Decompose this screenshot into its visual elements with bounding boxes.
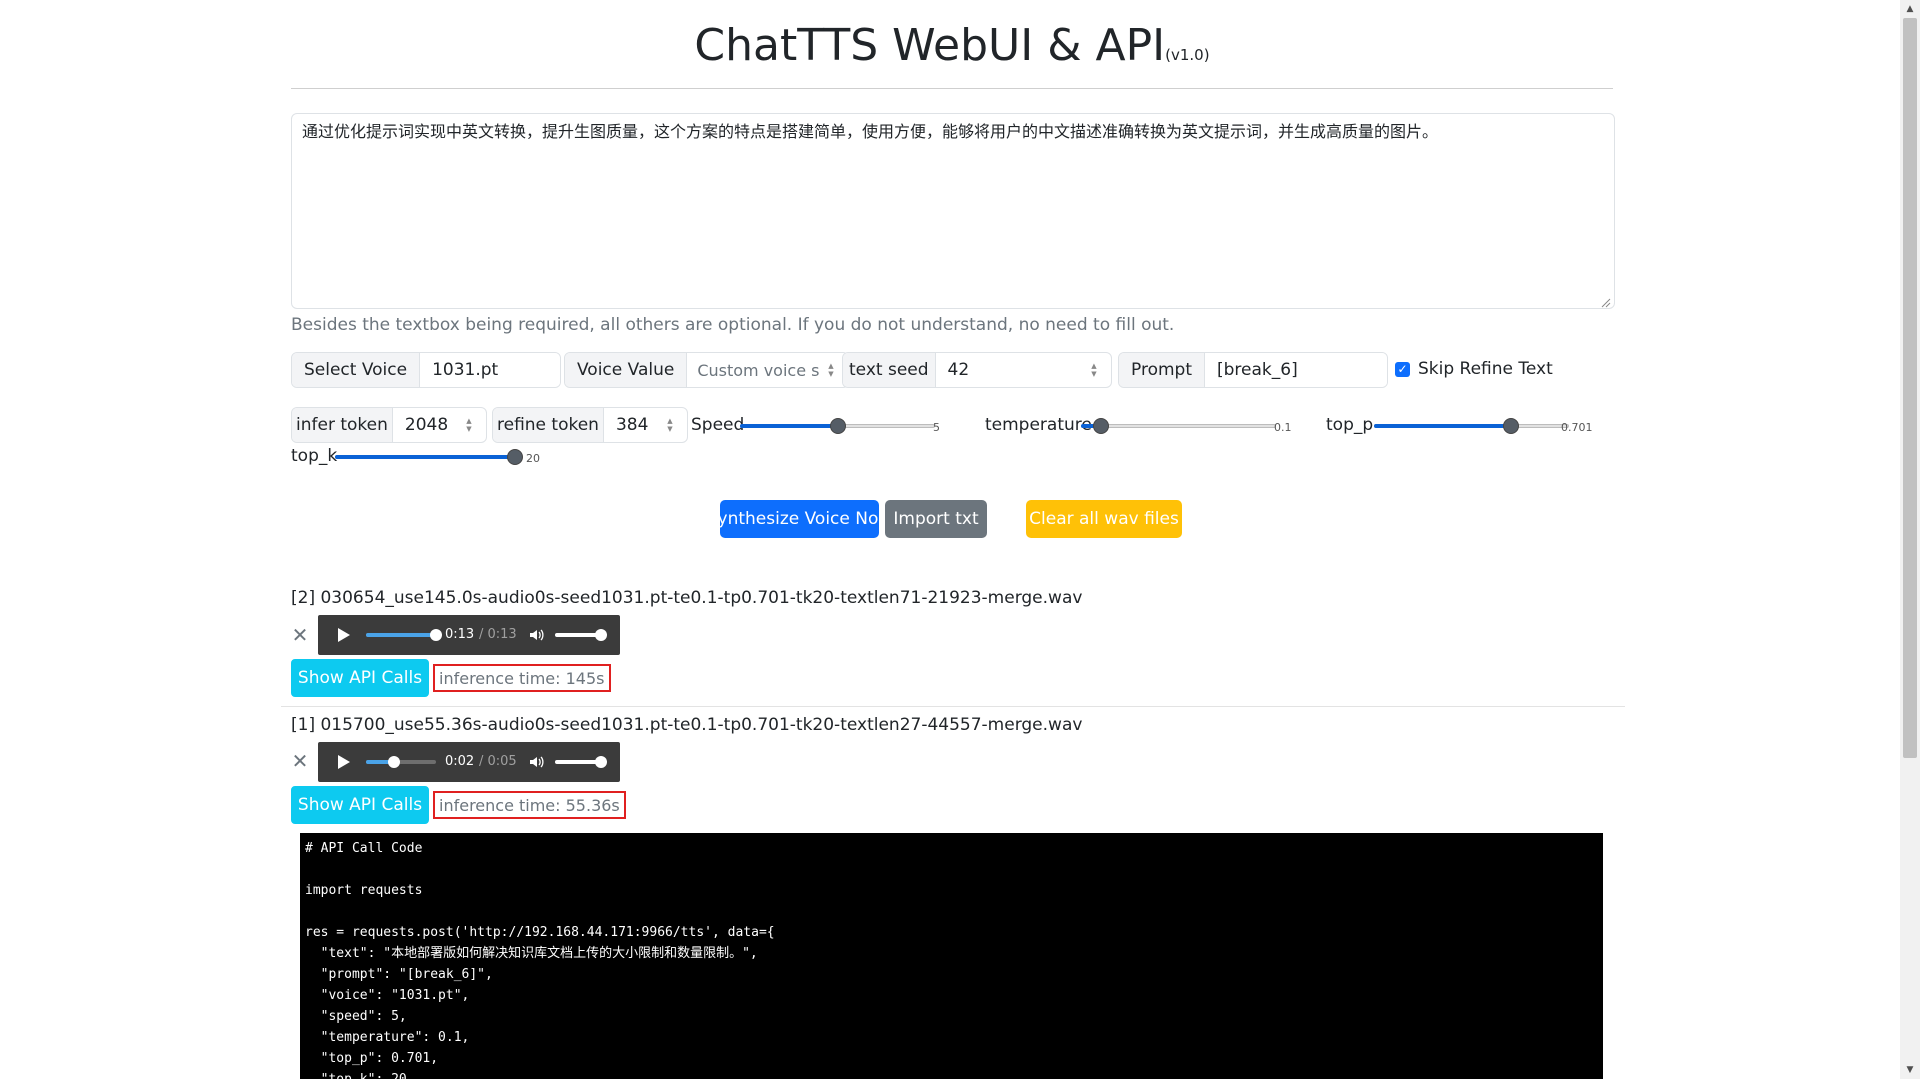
total-time: / 0:13 (479, 627, 517, 642)
top-p-slider[interactable] (1374, 416, 1569, 436)
play-icon[interactable] (338, 755, 350, 769)
code-line: "voice": "1031.pt", (305, 988, 470, 1003)
top-k-label: top_k (291, 446, 338, 466)
code-line: "top_k": 20, (305, 1069, 1598, 1079)
voice-value-label: Voice Value (565, 353, 688, 387)
top-p-slider-fill (1374, 424, 1511, 428)
synthesize-button[interactable]: Synthesize Voice Now (707, 500, 892, 538)
voice-value-select[interactable]: Custom voice s (687, 353, 824, 387)
text-seed-input[interactable] (935, 353, 1087, 387)
top-p-value: 0.701 (1561, 421, 1593, 434)
temperature-label: temperature (985, 415, 1092, 435)
top-p-slider-thumb[interactable] (1502, 418, 1519, 434)
refine-token-spinner-icon[interactable]: ▲ ▼ (663, 408, 677, 442)
speed-label: Speed (691, 415, 745, 435)
version-label: (v1.0) (1165, 46, 1210, 64)
speed-slider-thumb[interactable] (829, 418, 846, 434)
volume-track[interactable] (555, 760, 599, 764)
speed-value: 5 (933, 421, 940, 434)
select-voice-group: Select Voice (291, 352, 561, 388)
volume-thumb[interactable] (595, 629, 607, 641)
scroll-down-arrow-icon[interactable]: ▼ (1900, 1061, 1920, 1079)
current-time: 0:13 (445, 627, 475, 642)
temperature-slider-track (1081, 424, 1276, 428)
api-code-block: # API Call Code import requests res = re… (300, 833, 1603, 1079)
audio-progress-fill (366, 633, 436, 637)
page-title: ChatTTS WebUI & API(v1.0) (291, 20, 1613, 71)
refine-token-label: refine token (493, 408, 604, 442)
show-api-calls-button[interactable]: Show API Calls (291, 786, 429, 824)
code-line: "text": "本地部署版如何解决知识库文档上传的大小限制和数量限制。", (305, 946, 758, 961)
code-line: res = requests.post('http://192.168.44.1… (305, 925, 775, 940)
skip-refine-label[interactable]: Skip Refine Text (1418, 359, 1553, 379)
close-icon[interactable]: ✕ (291, 751, 309, 771)
inference-time: inference time: 145s (433, 664, 611, 692)
text-seed-group: text seed ▲▼ (842, 352, 1112, 388)
code-line: "top_p": 0.701, (305, 1051, 439, 1066)
volume-thumb[interactable] (595, 756, 607, 768)
select-voice-input[interactable] (420, 353, 560, 387)
infer-token-label: infer token (292, 408, 393, 442)
scrollbar-thumb[interactable] (1903, 18, 1917, 758)
text-seed-spinner-icon[interactable]: ▲ ▼ (1087, 353, 1101, 387)
code-line: "temperature": 0.1, (305, 1030, 470, 1045)
prompt-input[interactable] (1205, 353, 1387, 387)
select-voice-label: Select Voice (292, 353, 421, 387)
refine-token-group: refine token ▲▼ (492, 407, 688, 443)
text-input[interactable] (291, 113, 1615, 309)
code-line: "prompt": "[break_6]", (305, 967, 493, 982)
page: ChatTTS WebUI & API(v1.0) Besides the te… (0, 0, 1900, 1079)
prompt-label: Prompt (1119, 353, 1205, 387)
import-txt-button[interactable]: Import txt (885, 500, 987, 538)
temperature-value: 0.1 (1274, 421, 1292, 434)
infer-token-spinner-icon[interactable]: ▲ ▼ (462, 408, 476, 442)
top-k-slider[interactable] (335, 447, 523, 467)
infer-token-input[interactable] (392, 408, 462, 442)
result-file-title: [2] 030654_use145.0s-audio0s-seed1031.pt… (291, 588, 1083, 608)
code-line: import requests (305, 883, 423, 898)
inference-time: inference time: 55.36s (433, 791, 626, 819)
code-line: "speed": 5, (305, 1009, 407, 1024)
prompt-group: Prompt (1118, 352, 1388, 388)
top-p-label: top_p (1326, 415, 1374, 435)
help-text: Besides the textbox being required, all … (291, 315, 1175, 335)
refine-token-input[interactable] (603, 408, 663, 442)
title-divider (291, 88, 1613, 89)
voice-value-group: Voice Value Custom voice s ▲ ▼ (564, 352, 849, 388)
top-k-value: 20 (526, 452, 540, 465)
close-icon[interactable]: ✕ (291, 625, 309, 645)
resize-grip-icon[interactable] (1599, 296, 1611, 308)
title-text: ChatTTS WebUI & API (694, 20, 1166, 71)
voice-value-text: Custom voice s (697, 360, 820, 380)
result-file-title: [1] 015700_use55.36s-audio0s-seed1031.pt… (291, 715, 1083, 735)
top-k-slider-thumb[interactable] (507, 449, 523, 465)
skip-refine-checkbox[interactable]: ✓ (1395, 362, 1410, 377)
top-k-slider-fill (335, 455, 515, 459)
temperature-slider-thumb[interactable] (1092, 418, 1109, 434)
speed-slider[interactable] (740, 416, 935, 436)
current-time: 0:02 (445, 754, 475, 769)
volume-track[interactable] (555, 633, 599, 637)
temperature-slider[interactable] (1081, 416, 1276, 436)
result-divider (281, 706, 1625, 707)
voice-value-spinner-icon[interactable]: ▲ ▼ (824, 353, 838, 387)
scroll-up-arrow-icon[interactable]: ▲ (1900, 0, 1920, 18)
text-seed-label: text seed (843, 353, 936, 387)
play-icon[interactable] (338, 628, 350, 642)
infer-token-group: infer token ▲▼ (291, 407, 487, 443)
audio-progress-thumb[interactable] (388, 756, 400, 768)
audio-progress-thumb[interactable] (430, 629, 442, 641)
clear-wav-button[interactable]: Clear all wav files (1026, 500, 1182, 538)
audio-player[interactable]: 0:13 / 0:13 (318, 615, 620, 655)
speed-slider-fill (740, 424, 838, 428)
audio-player[interactable]: 0:02 / 0:05 (318, 742, 620, 782)
show-api-calls-button[interactable]: Show API Calls (291, 659, 429, 697)
code-line: # API Call Code (305, 841, 423, 856)
volume-icon[interactable] (528, 627, 544, 643)
volume-icon[interactable] (528, 754, 544, 770)
total-time: / 0:05 (479, 754, 517, 769)
vertical-scrollbar[interactable]: ▲ ▼ (1900, 0, 1920, 1079)
